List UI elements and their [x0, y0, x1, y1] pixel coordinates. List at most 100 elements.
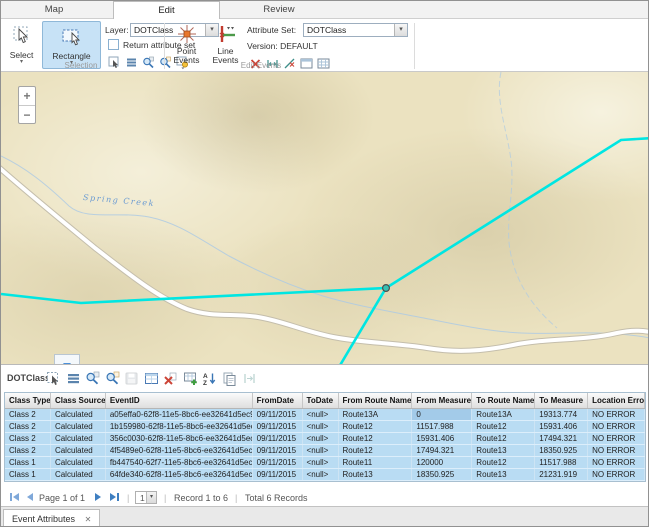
cell[interactable]: 09/11/2015	[253, 445, 303, 456]
cell[interactable]: 09/11/2015	[253, 433, 303, 444]
select-records-icon[interactable]	[46, 371, 61, 386]
cell[interactable]: 09/11/2015	[253, 457, 303, 468]
table-row[interactable]: Class 2Calculated356c0030-62f8-11e5-8bc6…	[5, 433, 645, 445]
cell[interactable]: Class 1	[5, 457, 51, 468]
cell[interactable]: NO ERROR	[588, 409, 645, 420]
tab-edit[interactable]: Edit	[113, 1, 220, 19]
cell[interactable]: 21231.919	[535, 469, 588, 480]
column-header[interactable]: To Route Name	[472, 393, 535, 408]
page-number-dropdown-arrow-icon[interactable]: ▾	[146, 492, 156, 503]
cell[interactable]: <null>	[303, 469, 339, 480]
save-icon[interactable]	[124, 371, 139, 386]
cell[interactable]: Class 2	[5, 409, 51, 420]
tab-map[interactable]: Map	[21, 1, 87, 19]
cell[interactable]: Calculated	[51, 445, 106, 456]
table-row[interactable]: Class 1Calculatedfb447540-62f7-11e5-8bc6…	[5, 457, 645, 469]
cell[interactable]: 11517.988	[412, 421, 472, 432]
cell[interactable]: Route12	[472, 433, 535, 444]
sort-icon[interactable]: AZ	[202, 371, 217, 386]
zoom-to-record-icon[interactable]	[85, 371, 100, 386]
zoom-out-button[interactable]: −	[19, 106, 35, 125]
attribute-set-dropdown-arrow-icon[interactable]: ▾	[394, 24, 407, 36]
cell[interactable]: Route13	[339, 469, 413, 480]
add-record-icon[interactable]	[183, 371, 198, 386]
cell[interactable]: Class 2	[5, 421, 51, 432]
column-header[interactable]: To Measure	[535, 393, 588, 408]
cell[interactable]: Route11	[339, 457, 413, 468]
column-header[interactable]: Class Type	[5, 393, 51, 408]
cell[interactable]: <null>	[303, 457, 339, 468]
cell[interactable]: 09/11/2015	[253, 421, 303, 432]
cell[interactable]: <null>	[303, 445, 339, 456]
dock-panel-icon[interactable]	[242, 371, 257, 386]
cell[interactable]: 18350.925	[535, 445, 588, 456]
cell[interactable]: Route12	[472, 457, 535, 468]
cell[interactable]: 64fde340-62f8-11e5-8bc6-ee32641d5ec9	[106, 469, 253, 480]
table-row[interactable]: Class 2Calculated1b159980-62f8-11e5-8bc6…	[5, 421, 645, 433]
return-attribute-set-checkbox[interactable]	[108, 39, 119, 50]
map-canvas[interactable]: Spring Creek + −	[1, 72, 649, 364]
cell[interactable]: fb447540-62f7-11e5-8bc6-ee32641d5ec9	[106, 457, 253, 468]
cell[interactable]: Route12	[472, 421, 535, 432]
cell[interactable]: Route12	[339, 445, 413, 456]
table-row[interactable]: Class 2Calculateda05effa0-62f8-11e5-8bc6…	[5, 409, 645, 421]
cell[interactable]: 15931.406	[412, 433, 472, 444]
column-header[interactable]: From Route Name	[339, 393, 413, 408]
column-header[interactable]: From Measure	[412, 393, 472, 408]
cell[interactable]: Class 2	[5, 445, 51, 456]
copy-record-icon[interactable]	[222, 371, 237, 386]
cell[interactable]: <null>	[303, 421, 339, 432]
cell[interactable]: Calculated	[51, 409, 106, 420]
attribute-set-dropdown[interactable]: DOTClass ▾	[303, 23, 408, 37]
attribute-list-icon[interactable]	[66, 371, 81, 386]
cell[interactable]: Route13A	[339, 409, 413, 420]
previous-page-icon[interactable]	[25, 492, 34, 504]
page-number-dropdown[interactable]: 1 ▾	[135, 491, 157, 504]
column-header[interactable]: FromDate	[253, 393, 303, 408]
table-row[interactable]: Class 1Calculated64fde340-62f8-11e5-8bc6…	[5, 469, 645, 481]
cell[interactable]: Class 2	[5, 433, 51, 444]
cell[interactable]: Route13A	[472, 409, 535, 420]
delete-record-icon[interactable]	[163, 371, 178, 386]
cell[interactable]: 120000	[412, 457, 472, 468]
cell[interactable]: 0	[412, 409, 472, 420]
cell[interactable]: Route13	[472, 469, 535, 480]
cell[interactable]: 17494.321	[412, 445, 472, 456]
route-event-northeast[interactable]	[386, 138, 649, 288]
last-page-icon[interactable]	[109, 492, 120, 504]
cell[interactable]: NO ERROR	[588, 421, 645, 432]
cell[interactable]: 356c0030-62f8-11e5-8bc6-ee32641d5ec9	[106, 433, 253, 444]
route-junction-marker[interactable]	[383, 285, 390, 292]
cell[interactable]: 1b159980-62f8-11e5-8bc6-ee32641d5ec9	[106, 421, 253, 432]
table-view-icon[interactable]	[144, 371, 159, 386]
cell[interactable]: 09/11/2015	[253, 469, 303, 480]
cell[interactable]: Calculated	[51, 469, 106, 480]
cell[interactable]: 19313.774	[535, 409, 588, 420]
close-tab-icon[interactable]: ✕	[85, 515, 92, 524]
cell[interactable]: Route12	[339, 433, 413, 444]
cell[interactable]: Route13	[472, 445, 535, 456]
cell[interactable]: NO ERROR	[588, 469, 645, 480]
pan-to-record-icon[interactable]	[105, 371, 120, 386]
cell[interactable]: 17494.321	[535, 433, 588, 444]
route-event-south[interactable]	[339, 288, 386, 364]
route-event-west[interactable]	[1, 288, 386, 303]
cell[interactable]: 11517.988	[535, 457, 588, 468]
cell[interactable]: NO ERROR	[588, 445, 645, 456]
tab-review[interactable]: Review	[223, 1, 335, 19]
column-header[interactable]: EventID	[106, 393, 253, 408]
column-header[interactable]: ToDate	[303, 393, 339, 408]
tab-event-attributes[interactable]: Event Attributes ✕	[3, 509, 100, 527]
cell[interactable]: Class 1	[5, 469, 51, 480]
cell[interactable]: <null>	[303, 433, 339, 444]
column-header[interactable]: Class Source	[51, 393, 106, 408]
cell[interactable]: 15931.406	[535, 421, 588, 432]
cell[interactable]: Calculated	[51, 433, 106, 444]
next-page-icon[interactable]	[94, 492, 103, 504]
panel-collapse-button[interactable]	[54, 354, 80, 364]
cell[interactable]: 09/11/2015	[253, 409, 303, 420]
first-page-icon[interactable]	[9, 492, 20, 504]
zoom-in-button[interactable]: +	[19, 87, 35, 106]
cell[interactable]: <null>	[303, 409, 339, 420]
cell[interactable]: a05effa0-62f8-11e5-8bc6-ee32641d5ec9	[106, 409, 253, 420]
